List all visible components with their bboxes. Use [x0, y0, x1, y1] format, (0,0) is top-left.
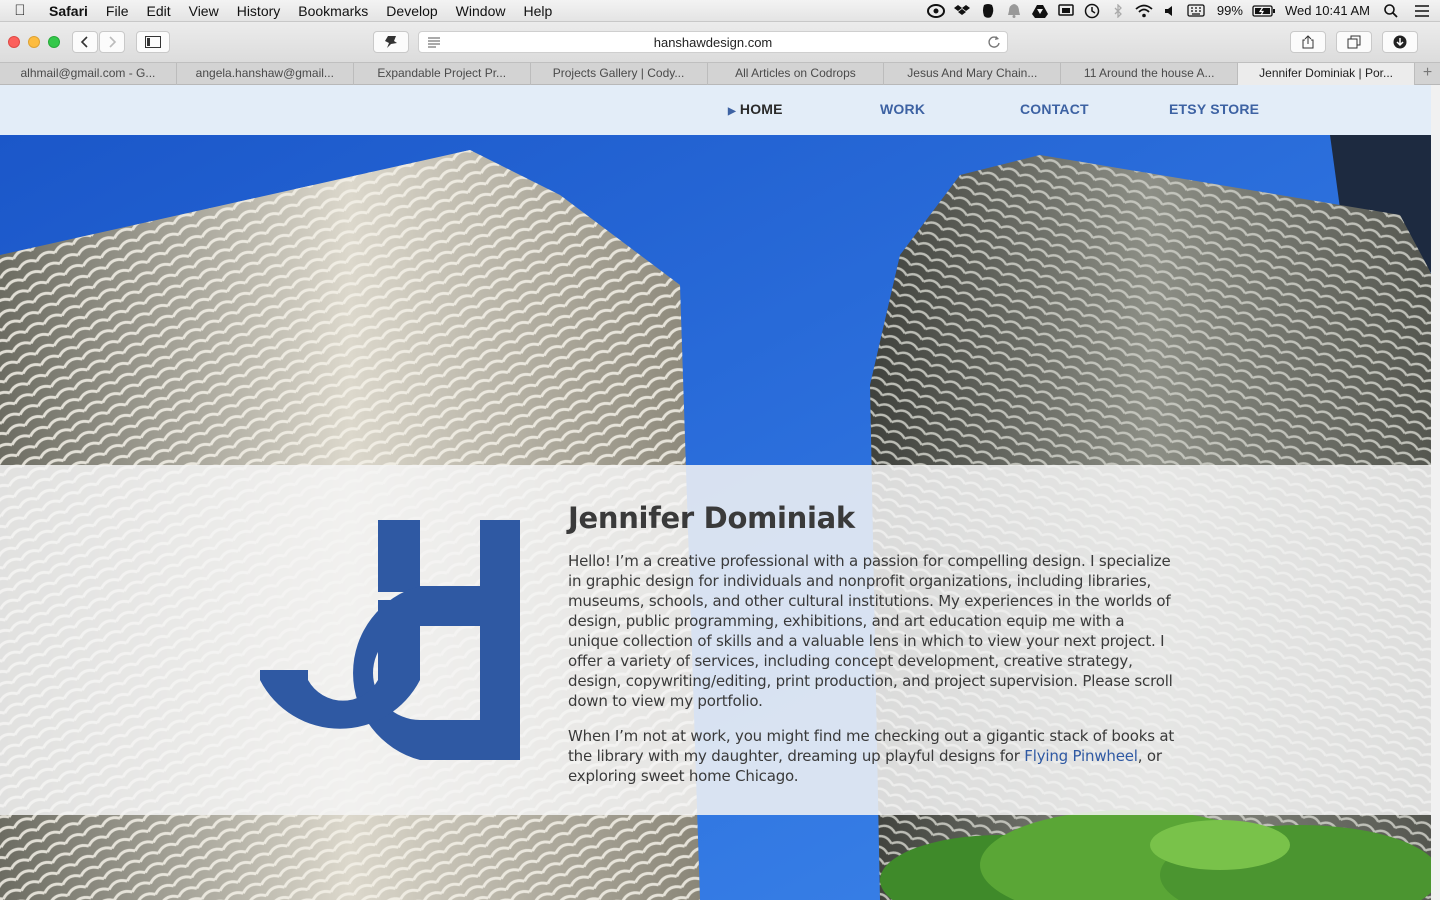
dropbox-icon[interactable]	[949, 0, 975, 22]
browser-tab[interactable]: Expandable Project Pr...	[354, 63, 531, 85]
menu-develop[interactable]: Develop	[377, 0, 446, 22]
evernote-icon[interactable]	[975, 0, 1001, 22]
minimize-window-button[interactable]	[28, 36, 40, 48]
nav-etsy-store[interactable]: ETSY STORE	[1169, 101, 1259, 117]
forward-button[interactable]	[99, 31, 125, 53]
wifi-icon[interactable]	[1131, 0, 1157, 22]
creative-cloud-icon[interactable]	[923, 0, 949, 22]
share-icon	[1302, 35, 1314, 49]
menu-app-safari[interactable]: Safari	[40, 0, 97, 22]
browser-tab[interactable]: Jesus And Mary Chain...	[884, 63, 1062, 85]
new-tab-plus-icon[interactable]: +	[1415, 63, 1440, 85]
back-button[interactable]	[72, 31, 98, 53]
chevron-right-icon	[109, 36, 117, 48]
tab-overview-button[interactable]	[1336, 31, 1372, 53]
site-nav: ▶ HOME WORK CONTACT ETSY STORE	[0, 85, 1440, 135]
share-button[interactable]	[1290, 31, 1326, 53]
sidebar-toggle-button[interactable]	[136, 31, 170, 53]
display-icon[interactable]	[1053, 0, 1079, 22]
url-text: hanshawdesign.com	[653, 34, 773, 50]
notifications-bell-icon[interactable]	[1001, 0, 1027, 22]
download-icon	[1393, 35, 1407, 49]
battery-percent[interactable]: 99%	[1209, 3, 1251, 18]
macos-menubar:  Safari File Edit View History Bookmark…	[0, 0, 1440, 22]
safari-toolbar: hanshawdesign.com	[0, 22, 1440, 62]
intro-panel: Jennifer Dominiak Hello! I’m a creative …	[0, 465, 1431, 815]
tabs-icon	[1347, 35, 1361, 49]
browser-tab[interactable]: All Articles on Codrops	[708, 63, 885, 85]
intro-paragraph-1: Hello! I’m a creative professional with …	[568, 552, 1173, 710]
menu-history[interactable]: History	[228, 0, 290, 22]
menu-file[interactable]: File	[97, 0, 138, 22]
spotlight-search-icon[interactable]	[1378, 0, 1404, 22]
menu-help[interactable]: Help	[514, 0, 561, 22]
sidebar-icon	[145, 36, 161, 48]
triangle-right-icon: ▶	[728, 106, 736, 117]
intro-body: Hello! I’m a creative professional with …	[568, 551, 1178, 801]
notification-center-icon[interactable]	[1404, 0, 1440, 22]
menu-bookmarks[interactable]: Bookmarks	[289, 0, 377, 22]
keyboard-icon[interactable]	[1183, 0, 1209, 22]
bluetooth-icon[interactable]	[1105, 0, 1131, 22]
browser-tab[interactable]: angela.hanshaw@gmail...	[177, 63, 354, 85]
window-controls	[8, 36, 60, 48]
nav-home[interactable]: ▶ HOME	[728, 101, 783, 117]
downloads-button[interactable]	[1382, 31, 1418, 53]
apple-menu-icon[interactable]: 	[0, 2, 40, 19]
jd-monogram-logo	[260, 520, 520, 760]
menu-view[interactable]: View	[180, 0, 228, 22]
page-scrollbar[interactable]	[1431, 85, 1440, 900]
web-page: ▶ HOME WORK CONTACT ETSY STORE Jennifer D…	[0, 85, 1440, 900]
chevron-left-icon	[80, 36, 88, 48]
google-drive-icon[interactable]	[1027, 0, 1053, 22]
menu-window[interactable]: Window	[447, 0, 515, 22]
tab-bar: alhmail@gmail.com - G... angela.hanshaw@…	[0, 62, 1440, 85]
volume-icon[interactable]	[1157, 0, 1183, 22]
nav-contact[interactable]: CONTACT	[1020, 101, 1089, 117]
reader-view-icon[interactable]	[427, 36, 441, 48]
reload-icon[interactable]	[987, 35, 1001, 49]
nav-work[interactable]: WORK	[880, 101, 925, 117]
pin-icon	[385, 36, 397, 48]
browser-tab[interactable]: alhmail@gmail.com - G...	[0, 63, 177, 85]
menu-edit[interactable]: Edit	[137, 0, 179, 22]
address-bar[interactable]: hanshawdesign.com	[418, 31, 1008, 53]
time-machine-icon[interactable]	[1079, 0, 1105, 22]
close-window-button[interactable]	[8, 36, 20, 48]
browser-tab[interactable]: 11 Around the house A...	[1061, 63, 1239, 85]
browser-tab-active[interactable]: Jennifer Dominiak | Por...	[1238, 63, 1415, 85]
flying-pinwheel-link[interactable]: Flying Pinwheel	[1024, 747, 1138, 765]
intro-paragraph-2: When I’m not at work, you might find me …	[568, 726, 1178, 786]
browser-tab[interactable]: Projects Gallery | Cody...	[531, 63, 708, 85]
menubar-clock[interactable]: Wed 10:41 AM	[1277, 3, 1378, 18]
pinboard-extension-button[interactable]	[373, 31, 409, 53]
fullscreen-window-button[interactable]	[48, 36, 60, 48]
nav-home-label: HOME	[739, 101, 783, 117]
intro-title: Jennifer Dominiak	[568, 501, 855, 535]
battery-charging-icon[interactable]	[1251, 0, 1277, 22]
